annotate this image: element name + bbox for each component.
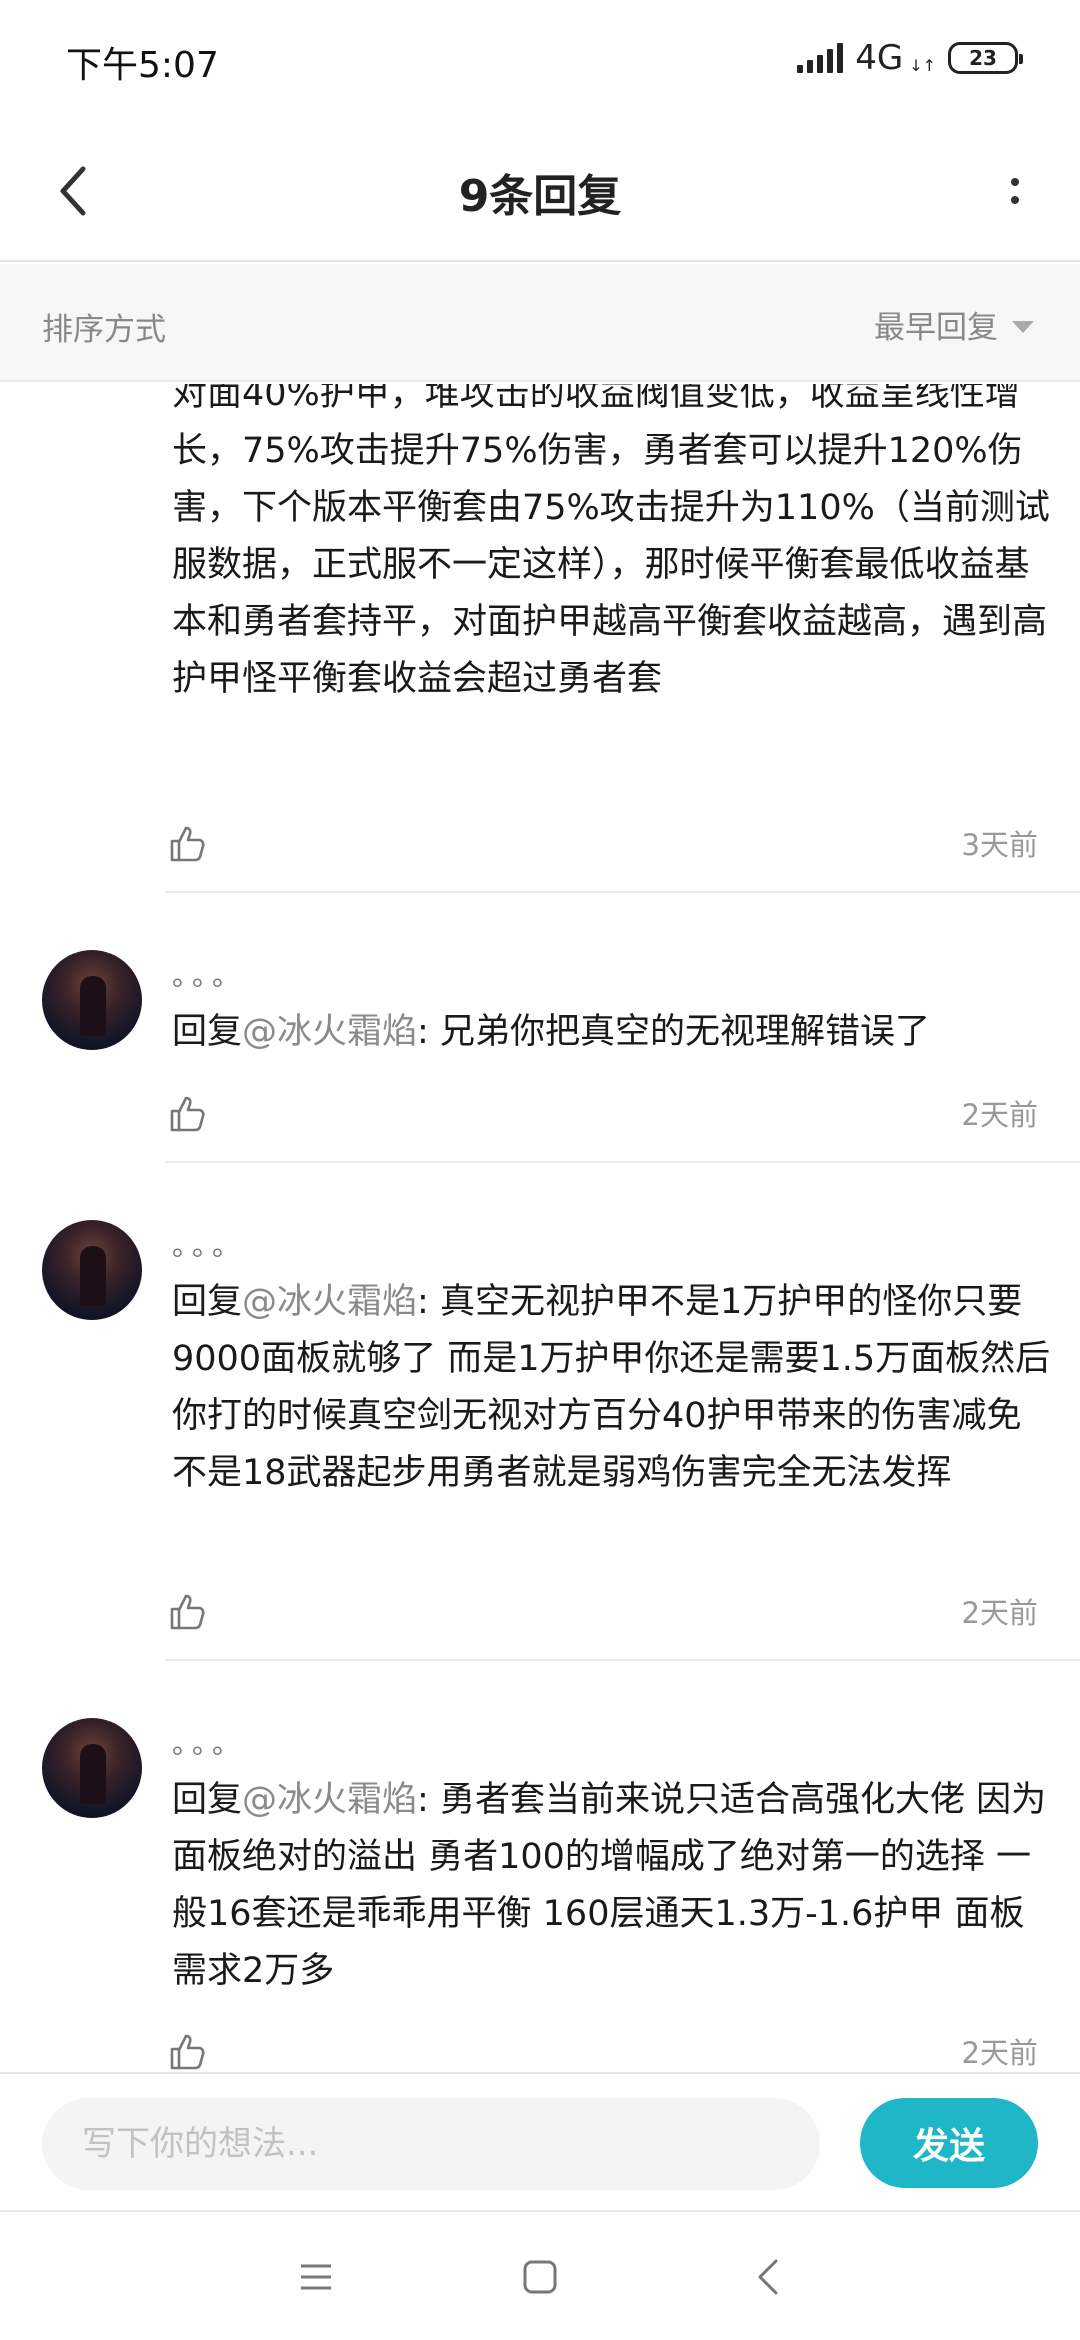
- back-triangle-icon: [758, 2259, 778, 2295]
- thumbs-up-icon[interactable]: [168, 824, 208, 864]
- mention-link[interactable]: @冰火霜焰: [242, 1282, 417, 1322]
- chevron-down-icon: [1012, 320, 1034, 333]
- status-time: 下午5:07: [66, 45, 219, 86]
- system-back-button[interactable]: [738, 2252, 798, 2302]
- reply-time: 2天前: [961, 1596, 1038, 1630]
- comment-composer: 发送: [0, 2072, 1080, 2210]
- home-button[interactable]: [510, 2252, 570, 2302]
- mention-link[interactable]: @冰火霜焰: [242, 1780, 417, 1820]
- home-square-icon: [523, 2260, 557, 2294]
- sort-dropdown[interactable]: 最早回复: [874, 302, 1034, 347]
- sort-label: 排序方式: [42, 312, 166, 348]
- status-bar: 下午5:07 4G ↓↑ 23: [0, 0, 1080, 120]
- send-button[interactable]: 发送: [860, 2098, 1038, 2188]
- reply-time: 2天前: [961, 2036, 1038, 2070]
- user-name[interactable]: 。。。: [172, 1722, 246, 1762]
- sort-bar: 排序方式 最早回复: [0, 264, 1080, 382]
- reply-time: 2天前: [961, 1098, 1038, 1132]
- reply-prefix: 回复: [172, 1282, 243, 1322]
- reply-text: 回复@冰火霜焰: 兄弟你把真空的无视理解错误了: [172, 1004, 1052, 1061]
- more-options-button[interactable]: [980, 156, 1050, 226]
- network-activity-icon: ↓↑: [909, 55, 936, 75]
- menu-icon: [301, 2264, 331, 2290]
- reply-body: : 兄弟你把真空的无视理解错误了: [417, 1012, 930, 1052]
- divider: [165, 1659, 1080, 1661]
- avatar[interactable]: [42, 950, 142, 1050]
- comment-input[interactable]: [42, 2098, 820, 2190]
- divider: [165, 891, 1080, 893]
- reply-text: 对面40%护甲，堆攻击的收益阀值变低，收益呈线性增长，75%攻击提升75%伤害，…: [172, 384, 1050, 699]
- battery-level: 23: [969, 46, 997, 70]
- user-name[interactable]: 。。。: [172, 1224, 246, 1264]
- thumbs-up-icon[interactable]: [168, 1592, 208, 1632]
- network-label: 4G: [855, 38, 904, 78]
- reply-list[interactable]: 对面40%护甲，堆攻击的收益阀值变低，收益呈线性增长，75%攻击提升75%伤害，…: [0, 384, 1080, 2072]
- more-vertical-icon: [1011, 178, 1019, 186]
- thumbs-up-icon[interactable]: [168, 2032, 208, 2072]
- avatar[interactable]: [42, 1718, 142, 1818]
- page-title: 9条回复: [458, 171, 622, 222]
- system-nav-bar: [0, 2210, 1080, 2340]
- divider: [165, 1161, 1080, 1163]
- battery-icon: 23: [948, 42, 1023, 74]
- user-name[interactable]: 。。。: [172, 954, 246, 994]
- avatar[interactable]: [42, 1220, 142, 1320]
- reply-text: 回复@冰火霜焰: 勇者套当前来说只适合高强化大佬 因为面板绝对的溢出 勇者100…: [172, 1772, 1052, 2000]
- reply-time: 3天前: [961, 828, 1038, 862]
- signal-icon: [797, 43, 844, 73]
- top-app-bar: 9条回复: [0, 120, 1080, 262]
- recent-apps-button[interactable]: [286, 2252, 346, 2302]
- sort-value: 最早回复: [874, 310, 998, 346]
- status-indicators: 4G ↓↑ 23: [797, 38, 1023, 78]
- mention-link[interactable]: @冰火霜焰: [242, 1012, 417, 1052]
- reply-prefix: 回复: [172, 1012, 243, 1052]
- reply-prefix: 回复: [172, 1780, 243, 1820]
- thumbs-up-icon[interactable]: [168, 1094, 208, 1134]
- reply-text: 回复@冰火霜焰: 真空无视护甲不是1万护甲的怪你只要9000面板就够了 而是1万…: [172, 1274, 1052, 1502]
